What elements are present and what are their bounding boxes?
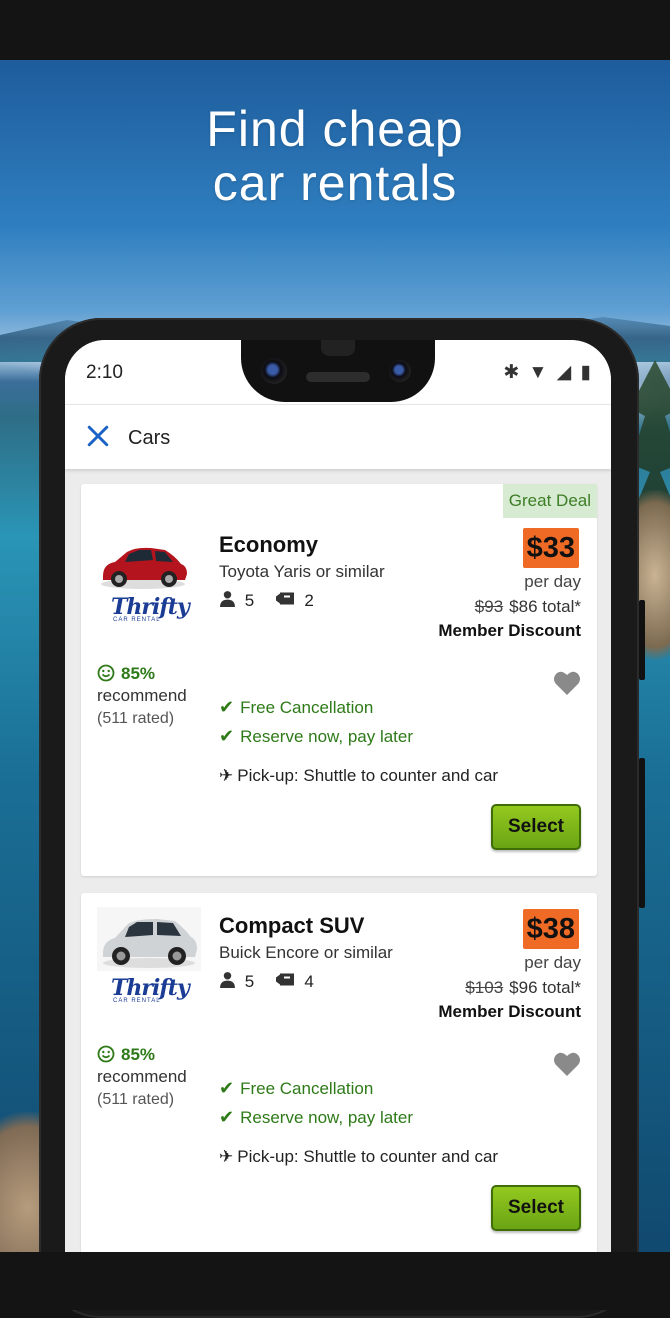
person-icon (219, 971, 236, 993)
heart-icon[interactable] (553, 670, 581, 696)
headline-line: car rentals (212, 155, 458, 211)
vendor-logo: Thrifty CAR RENTAL (111, 596, 191, 626)
vendor-name: Thrifty (111, 975, 190, 1001)
front-camera (261, 358, 287, 384)
car-image (97, 907, 201, 971)
discounted-total: $96 total* (509, 978, 581, 997)
recommend-value: 85% (121, 664, 156, 683)
original-total: $93 (474, 597, 504, 616)
signal-icon: ◢ (556, 362, 574, 383)
per-day-label: per day (524, 953, 581, 972)
pickup-text: Pick-up: Shuttle to counter and car (237, 766, 499, 785)
passenger-count: 5 (244, 972, 255, 991)
smiley-icon (97, 664, 115, 682)
luggage-icon (275, 971, 296, 993)
volume-button (639, 758, 645, 908)
check-icon: ✔ (219, 697, 235, 717)
check-icon: ✔ (219, 1078, 235, 1098)
pickup-text: Pick-up: Shuttle to counter and car (237, 1147, 499, 1166)
status-time: 2:10 (86, 362, 123, 383)
member-discount-label: Member Discount (438, 1002, 581, 1021)
discounted-total: $86 total* (509, 597, 581, 616)
heart-icon[interactable] (553, 1051, 581, 1077)
smiley-icon (97, 1045, 115, 1063)
front-camera (389, 360, 411, 382)
perk-text: Reserve now, pay later (240, 1108, 414, 1127)
earpiece-speaker (306, 372, 370, 382)
car-class: Economy (219, 532, 319, 557)
total-price: $93 $86 total* (475, 597, 581, 617)
headline-line: Find cheap (206, 101, 464, 157)
car-listing-card[interactable]: Great Deal Thrifty CAR RENTAL Economy To… (81, 484, 597, 876)
car-specs: 5 4 (219, 971, 314, 993)
perk-item: ✔ Free Cancellation (219, 697, 373, 718)
perk-text: Reserve now, pay later (240, 727, 414, 746)
sensor (321, 340, 355, 356)
app-bar: Cars (65, 404, 611, 469)
recommend-value: 85% (121, 1045, 156, 1064)
price-tag: $38 (522, 909, 579, 949)
status-icons: ✱ ▼ ◢ ▮ (503, 361, 593, 384)
price-tag: $33 (522, 528, 579, 568)
bluetooth-icon: ✱ (503, 362, 522, 383)
car-model: Toyota Yaris or similar (219, 562, 385, 581)
recommend-label: recommend (97, 1067, 187, 1086)
bag-count: 4 (304, 972, 314, 991)
perk-text: Free Cancellation (240, 698, 374, 717)
camera-notch (241, 340, 435, 402)
check-icon: ✔ (219, 726, 235, 746)
rated-count: (511 rated) (97, 1091, 175, 1108)
airplane-icon: ✈ (219, 766, 234, 785)
member-discount-label: Member Discount (438, 621, 581, 640)
recommend-label: recommend (97, 686, 187, 705)
bag-count: 2 (304, 591, 314, 610)
close-icon[interactable] (83, 419, 113, 453)
car-model: Buick Encore or similar (219, 943, 393, 962)
total-price: $103 $96 total* (465, 978, 581, 998)
phone-screen: 2:10 ✱ ▼ ◢ ▮ Cars Great Deal Thrifty CAR… (65, 340, 611, 1252)
passenger-count: 5 (244, 591, 255, 610)
deal-badge: Great Deal (502, 484, 597, 518)
per-day-label: per day (524, 572, 581, 591)
perk-text: Free Cancellation (240, 1079, 374, 1098)
pickup-info: ✈ Pick-up: Shuttle to counter and car (219, 1147, 498, 1167)
check-icon: ✔ (219, 1107, 235, 1127)
promo-headline: Find cheap car rentals (0, 102, 670, 210)
original-total: $103 (465, 978, 504, 997)
airplane-icon: ✈ (219, 1147, 234, 1166)
wifi-icon: ▼ (528, 362, 550, 383)
power-button (639, 600, 645, 680)
car-listing-card[interactable]: Thrifty CAR RENTAL Compact SUV Buick Enc… (81, 893, 597, 1252)
bottom-bar (0, 1252, 670, 1310)
luggage-icon (275, 590, 296, 612)
battery-icon: ▮ (580, 362, 593, 383)
car-class: Compact SUV (219, 913, 365, 938)
car-specs: 5 2 (219, 590, 314, 612)
perk-item: ✔ Reserve now, pay later (219, 726, 413, 747)
vendor-name: Thrifty (111, 594, 190, 620)
car-image (101, 547, 187, 589)
rated-count: (511 rated) (97, 710, 175, 727)
recommend-percent: 85% (97, 1045, 155, 1065)
select-button[interactable]: Select (491, 1185, 581, 1231)
perk-item: ✔ Reserve now, pay later (219, 1107, 413, 1128)
recommend-percent: 85% (97, 664, 155, 684)
perk-item: ✔ Free Cancellation (219, 1078, 373, 1099)
person-icon (219, 590, 236, 612)
select-button[interactable]: Select (491, 804, 581, 850)
pickup-info: ✈ Pick-up: Shuttle to counter and car (219, 766, 498, 786)
vendor-logo: Thrifty CAR RENTAL (111, 977, 191, 1007)
page-title: Cars (128, 427, 171, 449)
